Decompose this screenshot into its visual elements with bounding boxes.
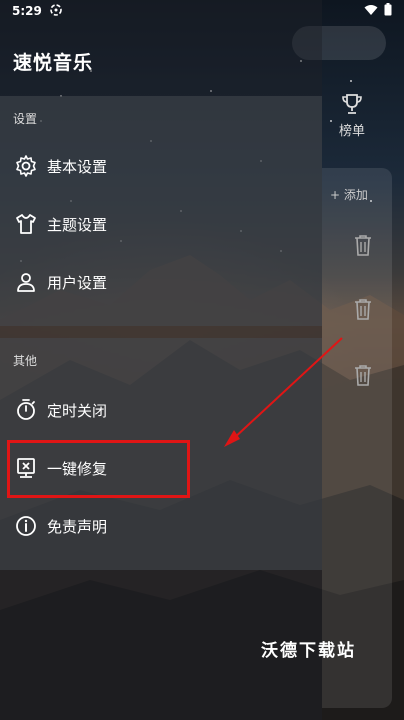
watermark: 沃德下载站: [261, 641, 356, 661]
menu-item-user-settings[interactable]: 用户设置: [0, 260, 322, 304]
info-icon: [14, 514, 38, 538]
shirt-icon: [14, 212, 38, 236]
app-title: 速悦音乐: [13, 52, 94, 74]
status-bar: 5:29: [0, 0, 404, 22]
menu-item-label: 定时关闭: [47, 401, 108, 420]
settings-section: 设置 基本设置 主题设置 用户设置: [0, 96, 322, 326]
battery-icon: [384, 3, 392, 19]
tab-ranking-label: 榜单: [338, 124, 365, 139]
add-button[interactable]: + 添加: [330, 186, 368, 203]
trash-icon[interactable]: [354, 234, 372, 256]
wifi-icon: [364, 4, 378, 19]
trash-icon[interactable]: [354, 298, 372, 320]
trophy-icon: [342, 94, 362, 114]
menu-item-sleep-timer[interactable]: 定时关闭: [0, 388, 322, 432]
menu-item-label: 主题设置: [47, 215, 108, 234]
timer-icon: [14, 398, 38, 422]
menu-item-label: 用户设置: [47, 273, 108, 292]
background-app: 榜单 + 添加: [292, 0, 404, 720]
menu-item-label: 免责声明: [47, 517, 108, 536]
menu-item-disclaimer[interactable]: 免责声明: [0, 504, 322, 548]
status-time: 5:29: [12, 4, 42, 18]
trash-icon[interactable]: [354, 364, 372, 386]
sync-icon: [50, 3, 62, 19]
menu-item-label: 基本设置: [47, 157, 108, 176]
menu-item-theme-settings[interactable]: 主题设置: [0, 202, 322, 246]
section-label-other: 其他: [13, 354, 38, 368]
menu-item-basic-settings[interactable]: 基本设置: [0, 144, 322, 188]
user-icon: [14, 270, 38, 294]
navigation-drawer: 速悦音乐 设置 基本设置 主题设置 用户设置 其他 定时关闭 一键修复 免责声明: [0, 0, 322, 720]
highlight-box: [7, 440, 190, 498]
status-icons: [364, 3, 392, 19]
gear-icon: [14, 154, 38, 178]
section-label-settings: 设置: [13, 112, 38, 126]
tab-ranking[interactable]: 榜单: [322, 92, 382, 139]
